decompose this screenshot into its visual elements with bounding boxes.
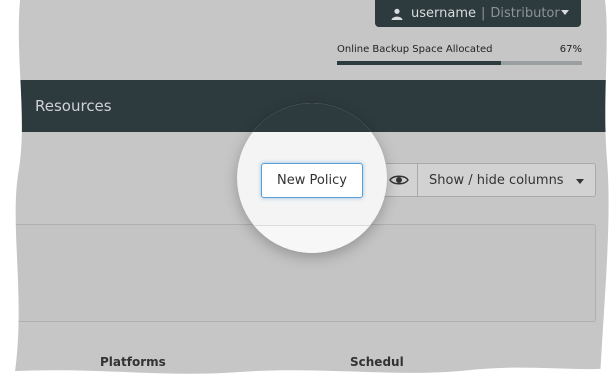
column-header-schedule[interactable]: Schedul	[350, 355, 404, 369]
column-header-platforms[interactable]: Platforms	[100, 355, 166, 369]
show-hide-columns-label: Show / hide columns	[429, 172, 564, 188]
new-policy-button[interactable]: New Policy	[261, 163, 363, 198]
user-role-label: Distributor	[490, 6, 560, 21]
nav-item-partial[interactable]: s	[0, 97, 5, 115]
page-background: username | Distributor Online Backup Spa…	[0, 0, 611, 379]
backup-space-percent: 67%	[559, 44, 582, 55]
user-menu-separator: |	[481, 6, 486, 21]
caret-down-icon	[576, 179, 584, 184]
backup-progress-fill	[337, 61, 502, 65]
spotlight-magnifier: New Policy	[237, 103, 387, 253]
backup-space-meter: Online Backup Space Allocated 67%	[337, 44, 582, 65]
lens-navbar-fragment	[237, 103, 387, 132]
caret-down-icon	[561, 10, 569, 15]
nav-item-resources[interactable]: Resources	[35, 97, 112, 115]
user-menu[interactable]: username | Distributor	[375, 0, 581, 27]
show-hide-columns-dropdown[interactable]: Show / hide columns	[380, 163, 596, 197]
user-icon	[391, 8, 403, 20]
eye-icon-glyph	[389, 175, 409, 185]
backup-progress-bar	[337, 61, 582, 65]
lens-panel-fragment	[237, 225, 387, 253]
backup-space-label: Online Backup Space Allocated	[337, 44, 493, 55]
username-label: username	[411, 6, 476, 21]
